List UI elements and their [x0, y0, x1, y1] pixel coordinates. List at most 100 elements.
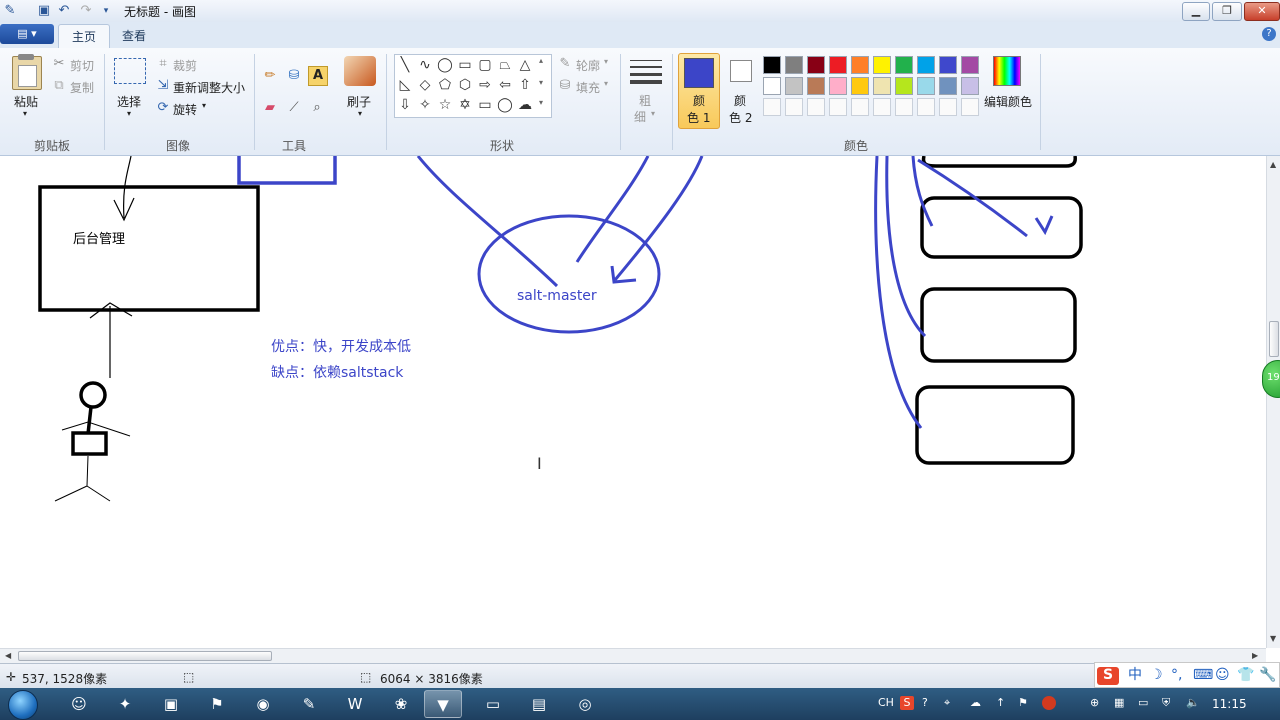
taskbar-app-2-icon[interactable]: ✦: [106, 690, 144, 718]
paint-menu-button[interactable]: ▤ ▾: [0, 24, 54, 44]
rotate-icon[interactable]: ⟳: [154, 99, 172, 117]
taskbar-paint-icon[interactable]: ▼: [424, 690, 462, 718]
cut-button[interactable]: 剪切: [70, 57, 94, 74]
custom-color-slot[interactable]: [961, 98, 979, 116]
punctuation-icon[interactable]: °,: [1171, 667, 1182, 683]
drawing-canvas[interactable]: 后台管理 salt-master 优点：快，开发成本低 缺点：依赖saltsta…: [0, 156, 1266, 648]
select-icon[interactable]: [114, 58, 146, 84]
polygon-shape-icon[interactable]: ⏢: [496, 56, 514, 74]
vertical-scroll-thumb[interactable]: [1269, 321, 1279, 357]
rotate-button[interactable]: 旋转: [173, 101, 197, 118]
palette-swatch[interactable]: [895, 77, 913, 95]
text-tool-icon[interactable]: A: [308, 66, 328, 86]
select-dropdown-icon[interactable]: ▾: [127, 109, 131, 118]
magnifier-icon[interactable]: ⌕: [308, 99, 326, 117]
user-icon[interactable]: ☺: [1215, 667, 1230, 683]
color2-label-line2[interactable]: 色 2: [729, 109, 752, 126]
shapes-scroll-up-icon[interactable]: ▴: [539, 56, 543, 65]
paint-app-icon[interactable]: ✎: [2, 3, 18, 19]
outline-button[interactable]: 轮廓: [576, 57, 600, 74]
edit-colors-button[interactable]: 编辑颜色: [984, 93, 1032, 110]
undo-icon[interactable]: ↶: [56, 3, 72, 19]
palette-swatch[interactable]: [961, 77, 979, 95]
shapes-expand-icon[interactable]: ▾: [539, 98, 543, 107]
four-point-star-shape-icon[interactable]: ✧: [416, 96, 434, 114]
vertical-scrollbar[interactable]: ▲ ▼: [1266, 156, 1280, 648]
five-point-star-shape-icon[interactable]: ☆: [436, 96, 454, 114]
tools-icon[interactable]: 🔧: [1259, 667, 1276, 683]
scroll-right-icon[interactable]: ▶: [1252, 651, 1258, 660]
custom-color-slot[interactable]: [851, 98, 869, 116]
palette-swatch[interactable]: [895, 56, 913, 74]
size-lines-icon[interactable]: [630, 60, 662, 84]
palette-swatch[interactable]: [961, 56, 979, 74]
rounded-rectangle-shape-icon[interactable]: ▢: [476, 56, 494, 74]
left-arrow-shape-icon[interactable]: ⇦: [496, 76, 514, 94]
tab-view[interactable]: 查看: [112, 24, 156, 48]
fill-icon[interactable]: ⛁: [556, 77, 574, 95]
palette-swatch[interactable]: [829, 56, 847, 74]
six-point-star-shape-icon[interactable]: ✡: [456, 96, 474, 114]
save-icon[interactable]: ▣: [36, 3, 52, 19]
color-picker-icon[interactable]: ⟋: [285, 99, 303, 117]
palette-swatch[interactable]: [763, 56, 781, 74]
fill-bucket-icon[interactable]: ⛁: [285, 67, 303, 85]
color1-swatch[interactable]: [684, 58, 714, 88]
tray-plus-icon[interactable]: ⊕: [1090, 696, 1099, 709]
select-button[interactable]: 选择: [117, 93, 141, 110]
keyboard-icon[interactable]: ⌨: [1193, 667, 1213, 683]
color2-label-line1[interactable]: 颜: [734, 92, 746, 109]
palette-swatch[interactable]: [785, 56, 803, 74]
resize-button[interactable]: 重新调整大小: [173, 79, 245, 96]
palette-swatch[interactable]: [939, 77, 957, 95]
crop-button[interactable]: 裁剪: [173, 57, 197, 74]
cloud-callout-shape-icon[interactable]: ☁: [516, 96, 534, 114]
half-width-icon[interactable]: ☽: [1150, 667, 1163, 683]
taskbar-cmd-icon[interactable]: ▭: [474, 690, 512, 718]
taskbar-app-1-icon[interactable]: ☺: [60, 690, 98, 718]
tray-up-icon[interactable]: ↑: [996, 696, 1005, 709]
custom-color-slot[interactable]: [873, 98, 891, 116]
size-label-line1[interactable]: 粗: [639, 92, 651, 109]
down-arrow-shape-icon[interactable]: ⇩: [396, 96, 414, 114]
oval-callout-shape-icon[interactable]: ◯: [496, 96, 514, 114]
tray-app-icon[interactable]: ☁: [970, 696, 981, 709]
palette-swatch[interactable]: [873, 56, 891, 74]
taskbar-app-8-icon[interactable]: ❀: [382, 690, 420, 718]
taskbar-explorer-icon[interactable]: ▤: [520, 690, 558, 718]
resize-icon[interactable]: ⇲: [154, 77, 172, 95]
skin-icon[interactable]: 👕: [1237, 667, 1254, 683]
redo-icon[interactable]: ↷: [78, 3, 94, 19]
custom-color-slot[interactable]: [829, 98, 847, 116]
palette-swatch[interactable]: [917, 77, 935, 95]
taskbar-app-12-icon[interactable]: ◎: [566, 690, 604, 718]
horizontal-scroll-thumb[interactable]: [18, 651, 272, 661]
custom-color-slot[interactable]: [763, 98, 781, 116]
custom-color-slot[interactable]: [785, 98, 803, 116]
pencil-icon[interactable]: ✏: [261, 67, 279, 85]
eraser-icon[interactable]: ▰: [261, 99, 279, 117]
tray-record-icon[interactable]: [1042, 696, 1056, 710]
taskbar-chrome-icon[interactable]: ◉: [244, 690, 282, 718]
scroll-up-icon[interactable]: ▲: [1270, 160, 1276, 169]
paste-icon[interactable]: [12, 54, 42, 90]
crop-icon[interactable]: ⌗: [154, 55, 172, 73]
tray-pin-icon[interactable]: ⌖: [944, 696, 950, 710]
taskbar-clock[interactable]: 11:15: [1212, 697, 1247, 711]
language-indicator[interactable]: CH: [878, 696, 894, 709]
diamond-shape-icon[interactable]: ◇: [416, 76, 434, 94]
tray-flag-icon[interactable]: ⚑: [1018, 696, 1028, 709]
scroll-left-icon[interactable]: ◀: [5, 651, 11, 660]
tray-shield-icon[interactable]: ⛨: [1162, 696, 1170, 710]
tray-monitor-icon[interactable]: ▭: [1138, 696, 1148, 709]
right-triangle-shape-icon[interactable]: ◺: [396, 76, 414, 94]
size-dropdown-icon[interactable]: ▾: [651, 109, 655, 118]
taskbar-app-4-icon[interactable]: ⚑: [198, 690, 236, 718]
palette-swatch[interactable]: [807, 56, 825, 74]
line-shape-icon[interactable]: ╲: [396, 56, 414, 74]
rotate-dropdown-icon[interactable]: ▾: [202, 101, 206, 110]
palette-swatch[interactable]: [807, 77, 825, 95]
size-label-line2[interactable]: 细: [634, 108, 646, 125]
tray-sogou-icon[interactable]: S: [900, 696, 914, 710]
palette-swatch[interactable]: [873, 77, 891, 95]
